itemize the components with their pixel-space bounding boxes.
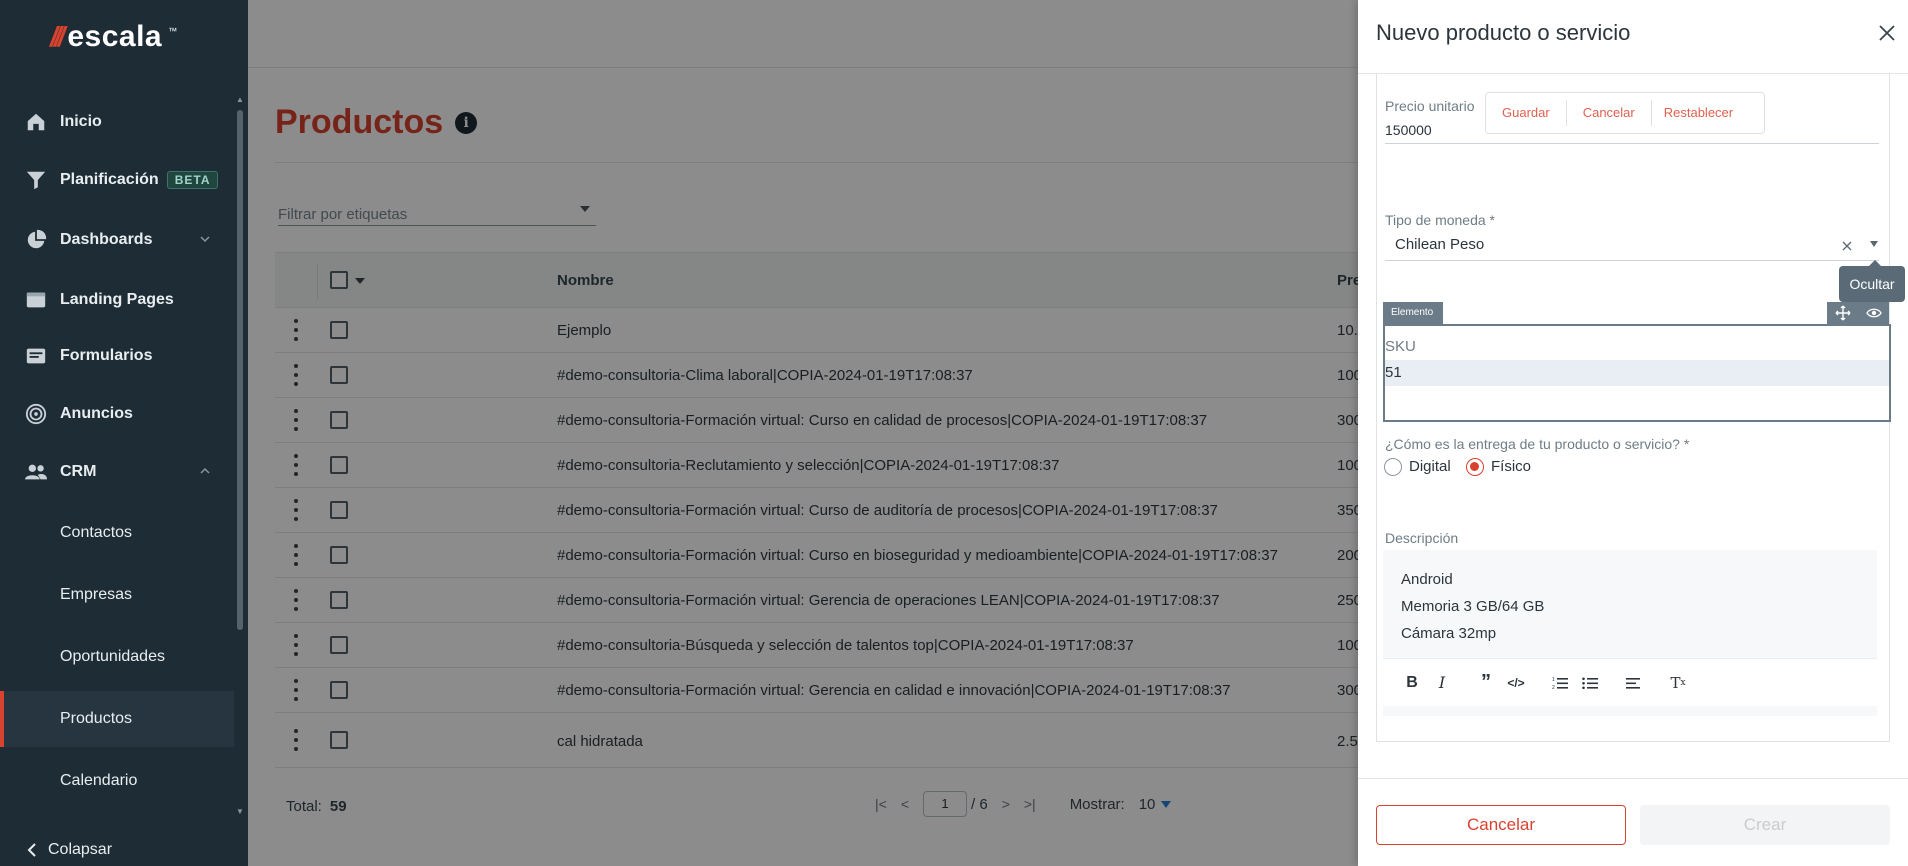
chevron-left-icon [27, 843, 36, 857]
description-line: Android [1401, 571, 1453, 588]
brand-logo[interactable]: /// escala ™ [50, 20, 177, 54]
new-product-drawer: Nuevo producto o servicio Precio unitari… [1358, 0, 1908, 866]
description-content[interactable]: Android Memoria 3 GB/64 GB Cámara 32mp [1401, 566, 1544, 647]
sku-input[interactable]: 51 [1385, 360, 1889, 386]
sidebar-item-label: Oportunidades [60, 648, 165, 665]
align-icon[interactable] [1619, 669, 1649, 697]
trademark: ™ [168, 26, 178, 36]
sidebar-item-inicio[interactable]: Inicio [0, 100, 234, 144]
sidebar-item-label: Planificación [60, 171, 159, 188]
caret-down-icon[interactable] [1870, 241, 1878, 247]
svg-text:2: 2 [1552, 685, 1555, 690]
close-icon[interactable] [1874, 20, 1900, 46]
collapse-button[interactable]: Colapsar [0, 834, 248, 866]
hide-tooltip: Ocultar [1839, 260, 1905, 302]
cancel-button[interactable]: Cancelar [1376, 805, 1626, 845]
eye-icon[interactable] [1865, 305, 1882, 321]
scroll-up-icon[interactable]: ▲ [236, 96, 244, 104]
currency-label: Tipo de moneda * [1385, 212, 1495, 228]
sidebar-item-label: Formularios [60, 347, 153, 364]
chevron-up-icon [200, 467, 210, 474]
element-tools [1827, 302, 1889, 324]
browser-icon [24, 288, 48, 312]
cancel-inline-button[interactable]: Cancelar [1567, 100, 1652, 126]
chevron-down-icon [200, 236, 210, 243]
brand-name: escala [67, 20, 163, 53]
drawer-title: Nuevo producto o servicio [1376, 20, 1631, 45]
italic-icon[interactable]: I [1427, 669, 1457, 697]
price-input[interactable]: 150000 [1385, 122, 1432, 138]
currency-underline [1385, 260, 1879, 261]
sidebar-item-crm[interactable]: CRM [0, 450, 234, 494]
sidebar-item-label: Dashboards [60, 231, 153, 248]
element-tag: Elemento [1383, 302, 1443, 324]
description-line: Cámara 32mp [1401, 625, 1497, 642]
modal-backdrop[interactable] [248, 0, 1360, 866]
description-editor[interactable]: Android Memoria 3 GB/64 GB Cámara 32mp B… [1383, 550, 1877, 716]
description-line: Memoria 3 GB/64 GB [1401, 598, 1545, 615]
price-underline [1385, 143, 1879, 144]
divider [1358, 778, 1908, 779]
sidebar-item-label: Empresas [60, 586, 133, 603]
sidebar-item-empresas[interactable]: Empresas [0, 567, 234, 623]
logo-mark-icon: /// [50, 21, 65, 52]
digital-radio[interactable] [1384, 458, 1402, 476]
fisico-option-label[interactable]: Físico [1491, 458, 1531, 475]
product-form: Precio unitario 150000 Guardar Cancelar … [1376, 74, 1905, 742]
sidebar-item-planificacion[interactable]: Planificación BETA [0, 158, 234, 202]
form-icon [24, 344, 48, 368]
sidebar-item-label: Productos [60, 710, 133, 727]
pie-chart-icon [24, 228, 48, 252]
create-button[interactable]: Crear [1640, 805, 1890, 845]
description-label: Descripción [1385, 530, 1459, 546]
delivery-label: ¿Cómo es la entrega de tu producto o ser… [1385, 436, 1690, 452]
sidebar-item-calendario[interactable]: Calendario [0, 753, 234, 809]
sidebar: /// escala ™ Inicio Planificación BETA D… [0, 0, 248, 866]
clear-icon[interactable] [1841, 240, 1853, 252]
inline-edit-actions: Guardar Cancelar Restablecer [1485, 92, 1765, 134]
scroll-down-icon[interactable]: ▼ [236, 808, 244, 816]
beta-badge: BETA [166, 171, 219, 189]
sidebar-item-label: CRM [60, 463, 97, 480]
save-inline-button[interactable]: Guardar [1486, 100, 1567, 126]
sidebar-scrollbar[interactable]: ▲ ▼ [236, 96, 244, 816]
fisico-radio[interactable] [1466, 458, 1484, 476]
collapse-label: Colapsar [48, 841, 113, 858]
bold-icon[interactable]: B [1397, 669, 1427, 697]
target-icon [24, 402, 48, 426]
svg-text:1: 1 [1552, 677, 1555, 683]
digital-option-label[interactable]: Digital [1409, 458, 1451, 475]
currency-select[interactable]: Chilean Peso [1395, 236, 1484, 253]
ordered-list-icon[interactable]: 12 [1545, 669, 1575, 697]
move-icon[interactable] [1835, 305, 1851, 321]
sidebar-item-contactos[interactable]: Contactos [0, 505, 234, 561]
sidebar-item-label: Anuncios [60, 405, 133, 422]
sidebar-item-formularios[interactable]: Formularios [0, 334, 234, 378]
editor-toolbar: B I ” </> 12 Tx [1383, 658, 1877, 706]
users-icon [24, 460, 48, 484]
sidebar-item-label: Inicio [60, 113, 102, 130]
sku-label: SKU [1385, 338, 1416, 355]
sidebar-item-landing-pages[interactable]: Landing Pages [0, 278, 234, 322]
sidebar-item-productos[interactable]: Productos [0, 691, 234, 747]
reset-inline-button[interactable]: Restablecer [1652, 100, 1745, 126]
scrollbar-thumb[interactable] [237, 110, 243, 630]
bullet-list-icon[interactable] [1575, 669, 1605, 697]
sku-element[interactable]: SKU 51 [1383, 324, 1891, 422]
home-icon [24, 110, 48, 134]
sidebar-item-dashboards[interactable]: Dashboards [0, 218, 234, 262]
filter-icon [24, 168, 48, 192]
sidebar-item-label: Contactos [60, 524, 133, 541]
quote-icon[interactable]: ” [1471, 669, 1501, 697]
code-icon[interactable]: </> [1501, 669, 1531, 697]
clear-format-icon[interactable]: Tx [1663, 669, 1693, 697]
sidebar-item-anuncios[interactable]: Anuncios [0, 392, 234, 436]
sidebar-item-oportunidades[interactable]: Oportunidades [0, 629, 234, 685]
sidebar-item-label: Landing Pages [60, 291, 174, 308]
sidebar-item-label: Calendario [60, 772, 138, 789]
price-label: Precio unitario [1385, 98, 1475, 114]
